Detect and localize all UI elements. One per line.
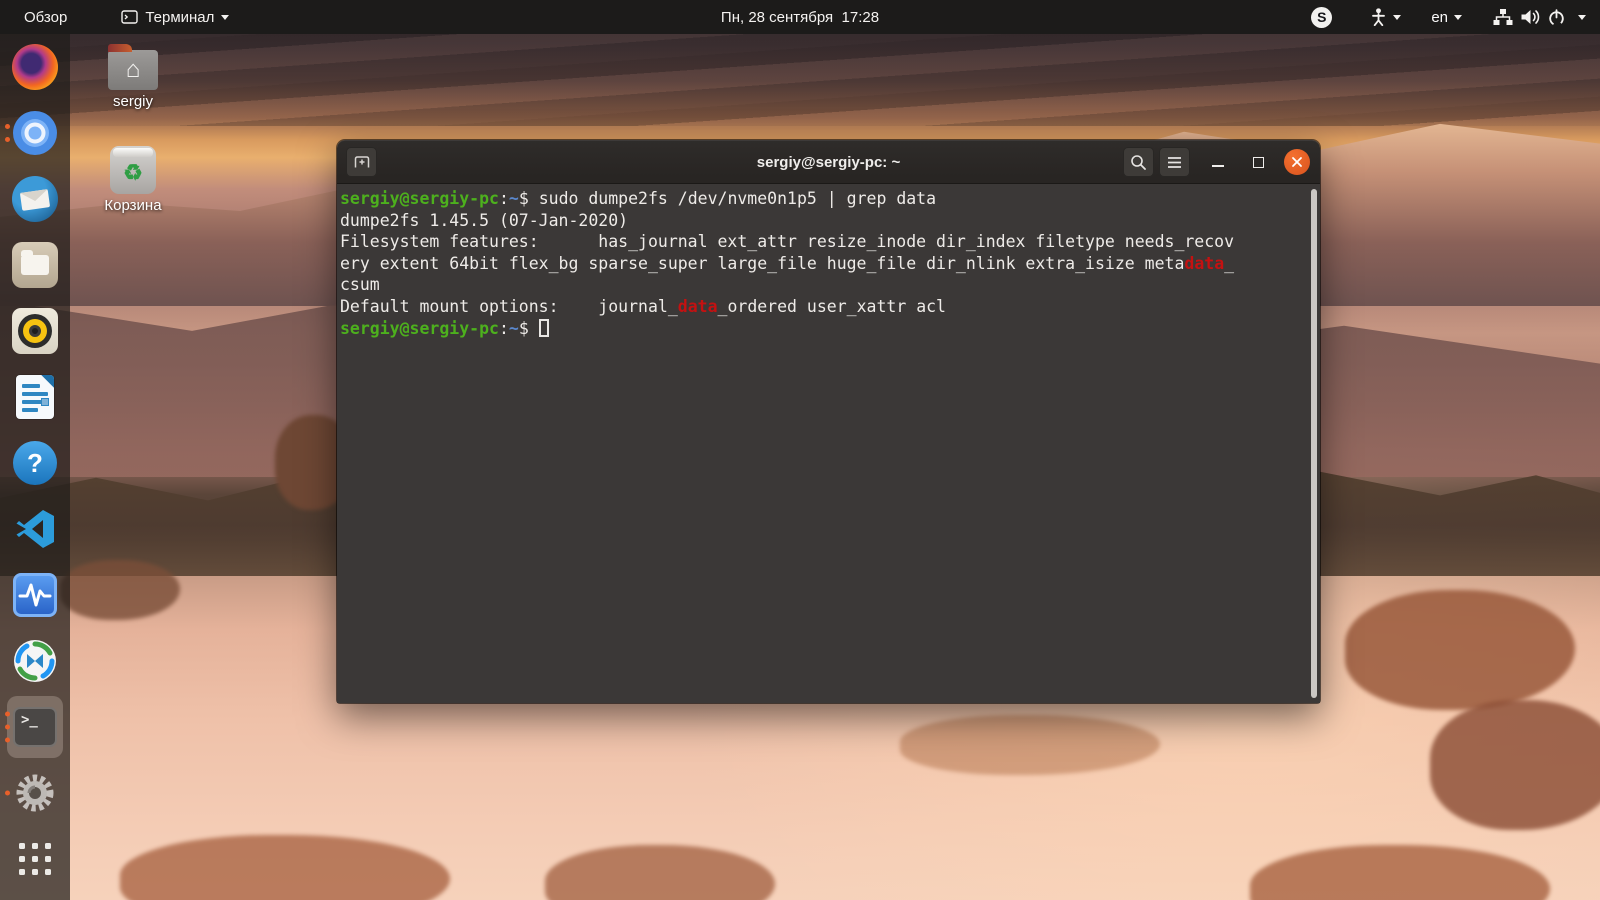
minimize-icon [1212, 165, 1224, 167]
close-icon [1291, 156, 1303, 168]
vscode-icon [13, 507, 57, 551]
chevron-down-icon [1393, 15, 1401, 24]
new-tab-button[interactable] [346, 147, 377, 177]
skype-tray-icon[interactable]: S [1311, 7, 1332, 28]
hamburger-icon [1167, 156, 1182, 169]
home-folder-icon: ⌂ [108, 50, 158, 90]
dock-item-terminal[interactable]: >_ [0, 694, 70, 760]
remmina-icon [13, 639, 57, 683]
power-icon [1547, 8, 1566, 27]
libreoffice-writer-icon [16, 375, 54, 419]
search-button[interactable] [1123, 147, 1154, 177]
app-menu-button[interactable]: Терминал [115, 7, 235, 28]
dock-item-libreoffice-writer[interactable] [0, 364, 70, 430]
wallpaper-tree [1250, 845, 1550, 900]
terminal-line: csum [340, 274, 1302, 296]
terminal-line: sergiy@sergiy-pc:~$ [340, 318, 1302, 340]
terminal-content[interactable]: sergiy@sergiy-pc:~$ sudo dumpe2fs /dev/n… [337, 184, 1320, 703]
dock-item-app-grid[interactable] [0, 826, 70, 892]
volume-icon [1520, 8, 1541, 26]
network-wired-icon [1492, 8, 1514, 27]
chevron-down-icon [1454, 15, 1462, 24]
dock: ? [0, 34, 70, 900]
terminal-icon [121, 10, 138, 24]
dock-item-system-monitor[interactable] [0, 562, 70, 628]
running-indicator-dots [5, 712, 10, 743]
dock-item-files[interactable] [0, 232, 70, 298]
files-icon [12, 242, 58, 288]
chromium-icon [12, 110, 58, 156]
terminal-window: sergiy@sergiy-pc: ~ sergiy@ser [337, 140, 1320, 703]
chevron-down-icon [1578, 15, 1586, 24]
wallpaper-tree [1430, 700, 1600, 830]
terminal-app-icon: >_ [13, 707, 57, 747]
running-indicator-dots [5, 791, 10, 796]
system-monitor-icon [13, 573, 57, 617]
minimize-button[interactable] [1203, 147, 1233, 177]
system-status-menu[interactable] [1492, 8, 1586, 27]
dock-item-thunderbird[interactable] [0, 166, 70, 232]
dock-item-settings[interactable] [0, 760, 70, 826]
app-menu-label: Терминал [145, 9, 214, 26]
desktop-icon-home[interactable]: ⌂ sergiy [88, 42, 178, 110]
top-bar: Обзор Терминал Пн, 28 сентября 17:28 S e… [0, 0, 1600, 34]
close-button[interactable] [1284, 149, 1310, 175]
accessibility-icon [1370, 8, 1387, 26]
desktop: Обзор Терминал Пн, 28 сентября 17:28 S e… [0, 0, 1600, 900]
search-icon [1130, 154, 1147, 171]
wallpaper-tree [545, 845, 775, 900]
terminal-line: sergiy@sergiy-pc:~$ sudo dumpe2fs /dev/n… [340, 188, 1302, 210]
activities-button[interactable]: Обзор [18, 7, 73, 28]
new-tab-icon [352, 153, 372, 171]
keyboard-layout-menu[interactable]: en [1431, 9, 1462, 26]
accessibility-menu[interactable] [1370, 8, 1401, 26]
scrollbar[interactable] [1311, 189, 1317, 698]
terminal-line: Filesystem features: has_journal ext_att… [340, 231, 1302, 253]
thunderbird-icon [12, 176, 58, 222]
app-grid-icon [19, 843, 51, 875]
maximize-button[interactable] [1243, 147, 1273, 177]
help-icon: ? [13, 441, 57, 485]
system-tray: S en [1311, 7, 1600, 28]
rhythmbox-icon [12, 308, 58, 354]
wallpaper-tree [120, 835, 450, 900]
dock-item-chromium[interactable] [0, 100, 70, 166]
dock-item-help[interactable]: ? [0, 430, 70, 496]
desktop-icon-trash[interactable]: ♻ Корзина [88, 146, 178, 214]
terminal-line: Default mount options: journal_data_orde… [340, 296, 1302, 318]
window-titlebar[interactable]: sergiy@sergiy-pc: ~ [337, 140, 1320, 184]
dock-item-rhythmbox[interactable] [0, 298, 70, 364]
firefox-icon [12, 44, 58, 90]
wallpaper-tree [1345, 590, 1575, 710]
terminal-line: ery extent 64bit flex_bg sparse_super la… [340, 253, 1302, 275]
running-indicator-dots [5, 124, 10, 142]
dock-item-vscode[interactable] [0, 496, 70, 562]
gear-icon [13, 771, 57, 815]
wallpaper-tree [60, 560, 180, 620]
desktop-icon-label: Корзина [88, 197, 178, 214]
dock-item-firefox[interactable] [0, 34, 70, 100]
desktop-icon-label: sergiy [88, 93, 178, 110]
terminal-line: dumpe2fs 1.45.5 (07-Jan-2020) [340, 210, 1302, 232]
wallpaper-tree [900, 715, 1160, 775]
trash-icon: ♻ [110, 146, 156, 194]
chevron-down-icon [221, 15, 229, 24]
dock-item-remmina[interactable] [0, 628, 70, 694]
keyboard-layout-label: en [1431, 9, 1448, 26]
terminal-output: sergiy@sergiy-pc:~$ sudo dumpe2fs /dev/n… [340, 188, 1302, 339]
maximize-icon [1253, 157, 1264, 168]
menu-button[interactable] [1159, 147, 1190, 177]
